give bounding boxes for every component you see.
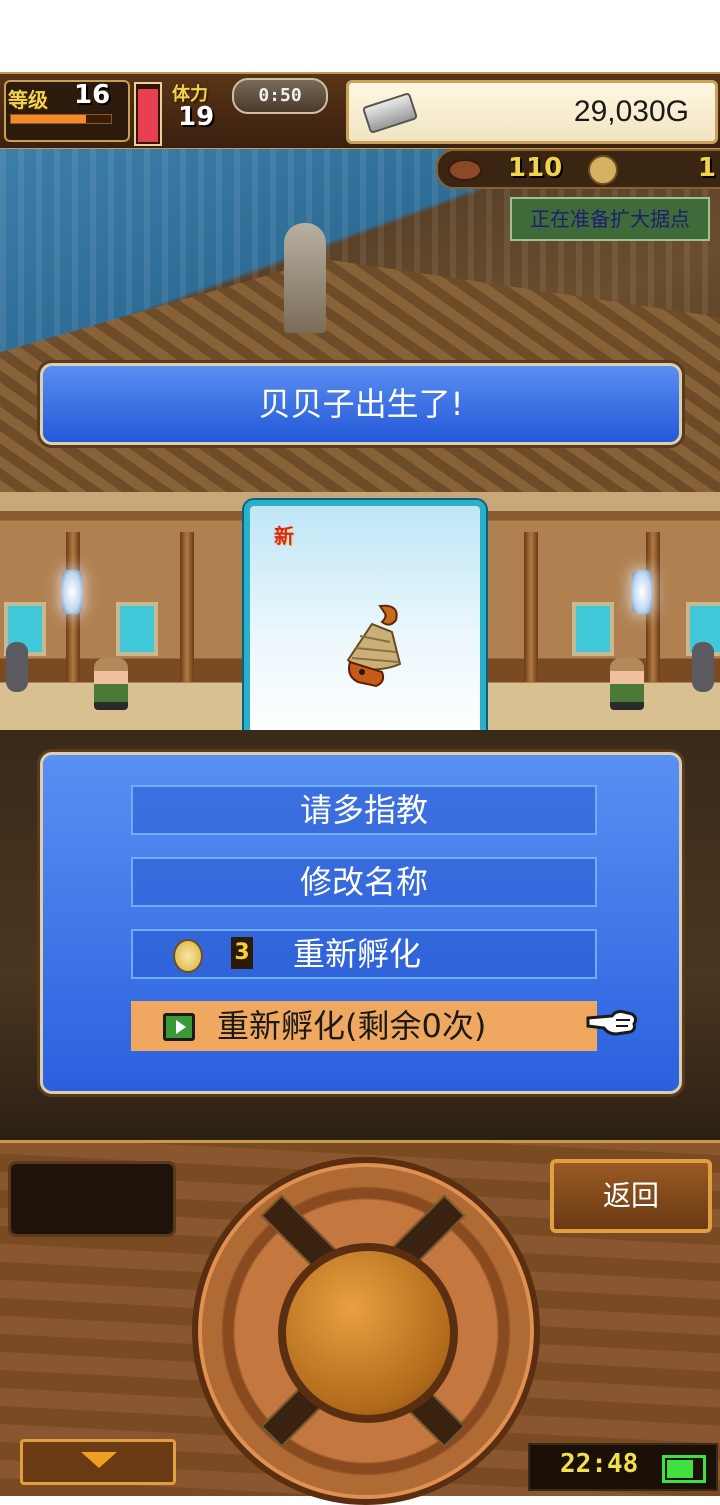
pointing-hand-icon	[586, 1010, 638, 1036]
clock-display: 22:48	[528, 1443, 718, 1491]
crew-character	[94, 658, 128, 710]
top-hud: 等级 16 体力 19 0:50 29,030G	[0, 72, 720, 151]
hp-gauge	[134, 82, 162, 146]
control-panel: 返回 22:48	[0, 1140, 720, 1505]
system-status-area	[0, 0, 720, 72]
menu-item-rehatch-coin[interactable]: 3 重新孵化	[131, 929, 597, 979]
level-progress-fill	[11, 115, 86, 123]
sub-screen	[8, 1161, 176, 1237]
battery-icon	[662, 1455, 706, 1483]
menu-item-greet[interactable]: 请多指教	[131, 785, 597, 835]
expansion-notice[interactable]: 正在准备扩大据点	[510, 197, 710, 241]
cannon	[6, 642, 28, 692]
video-icon	[163, 1013, 195, 1041]
menu-item-label: 重新孵化	[293, 935, 422, 973]
hatch-banner: 贝贝子出生了!	[40, 363, 682, 445]
menu-item-label: 请多指教	[299, 791, 428, 829]
dpad-center-button[interactable]	[278, 1243, 458, 1423]
gold-value: 29,030G	[573, 95, 689, 128]
meat-count: 110	[508, 153, 563, 183]
gold-display: 29,030G	[346, 80, 718, 144]
hp-gauge-fill	[138, 88, 158, 142]
menu-item-rename[interactable]: 修改名称	[131, 857, 597, 907]
new-tag: 新	[274, 524, 294, 548]
battery-fill	[667, 1460, 693, 1478]
menu-item-label: 修改名称	[299, 863, 428, 901]
coin-icon	[173, 939, 203, 973]
silver-bar-icon	[361, 91, 419, 135]
new-creature-card: 新	[244, 500, 486, 740]
crew-character	[610, 658, 644, 710]
back-button[interactable]: 返回	[550, 1159, 712, 1233]
stamina-value: 19	[178, 102, 215, 132]
menu-item-label: 重新孵化(剩余0次)	[217, 1007, 487, 1045]
wall-light	[632, 570, 652, 614]
level-value: 16	[74, 80, 111, 110]
down-arrow-icon	[81, 1452, 117, 1468]
porthole-window	[116, 602, 158, 656]
meat-icon	[448, 159, 482, 181]
clock-time: 22:48	[560, 1449, 639, 1479]
hatch-menu-dialog: 请多指教 修改名称 3 重新孵化 重新孵化(剩余0次)	[40, 752, 682, 1094]
menu-item-rehatch-video[interactable]: 重新孵化(剩余0次)	[131, 1001, 597, 1051]
play-icon	[176, 1020, 186, 1034]
resource-bar: 110 1	[436, 149, 720, 189]
hatch-banner-text: 贝贝子出生了!	[258, 385, 464, 423]
pillar	[524, 532, 538, 682]
pillar	[180, 532, 194, 682]
stamina-timer: 0:50	[232, 78, 328, 114]
level-progress-bar	[10, 114, 112, 124]
ship-deck-scene: 110 1 正在准备扩大据点 贝贝子出生了!	[0, 149, 720, 492]
wall-light	[62, 570, 82, 614]
hermit-crab-icon	[346, 604, 402, 688]
deck-lamp	[284, 223, 326, 333]
cannon	[692, 642, 714, 692]
coin-count: 1	[697, 153, 716, 183]
rehatch-cost: 3	[231, 937, 253, 969]
level-label: 等级	[8, 88, 48, 112]
coin-icon	[588, 155, 618, 185]
scroll-down-button[interactable]	[20, 1439, 176, 1485]
porthole-window	[572, 602, 614, 656]
